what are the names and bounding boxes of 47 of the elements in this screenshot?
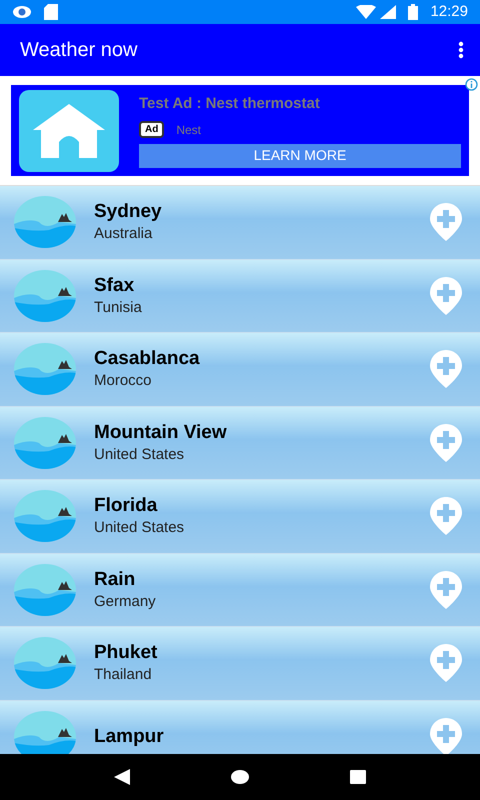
add-location-icon[interactable]	[430, 350, 462, 388]
city-name: Florida	[94, 494, 158, 518]
country-name: Tunisia	[94, 298, 143, 318]
status-time: 12:29	[430, 2, 468, 22]
notification-icon	[12, 5, 32, 19]
app-title: Weather now	[20, 38, 138, 63]
signal-icon	[380, 5, 396, 19]
city-name: Sydney	[94, 200, 163, 224]
city-name: Mountain View	[94, 420, 228, 445]
city-row[interactable]: Rain Germany	[0, 554, 480, 627]
city-row[interactable]: Phuket Thailand	[0, 627, 480, 700]
add-location-icon[interactable]	[430, 644, 462, 682]
city-name: Lampur	[94, 724, 165, 749]
city-row[interactable]: Sfax Tunisia	[0, 260, 480, 333]
city-row[interactable]: Sydney Australia	[0, 186, 480, 260]
country-name: Thailand	[94, 665, 153, 686]
city-row[interactable]: Florida United States	[0, 480, 480, 554]
wifi-icon	[356, 5, 376, 19]
battery-icon	[408, 4, 418, 20]
back-icon[interactable]	[114, 769, 130, 785]
ad-title: Test Ad : Nest thermostat	[139, 94, 321, 114]
city-name: Casablanca	[94, 347, 201, 372]
add-location-icon[interactable]	[430, 718, 462, 754]
sd-card-icon	[44, 4, 58, 20]
country-name: Australia	[94, 224, 154, 244]
advertiser-name: Nest	[176, 122, 202, 139]
add-location-icon[interactable]	[430, 424, 462, 462]
city-row[interactable]: Lampur	[0, 700, 480, 754]
country-name: United States	[94, 518, 186, 538]
recents-icon[interactable]	[350, 770, 366, 784]
add-location-icon[interactable]	[430, 203, 462, 242]
home-icon[interactable]	[230, 770, 249, 784]
add-location-icon[interactable]	[430, 497, 462, 536]
country-name: Germany	[94, 592, 157, 612]
more-options-icon[interactable]	[458, 41, 464, 59]
country-name: Morocco	[94, 371, 153, 392]
add-location-icon[interactable]	[430, 570, 462, 609]
info-icon[interactable]	[465, 78, 478, 91]
house-icon	[19, 90, 119, 172]
city-row[interactable]: Casablanca Morocco	[0, 333, 480, 406]
city-row[interactable]: Mountain View United States	[0, 406, 480, 480]
city-name: Rain	[94, 568, 136, 592]
ad-label: Ad	[139, 121, 164, 138]
add-location-icon[interactable]	[430, 276, 462, 315]
country-name: United States	[94, 444, 186, 465]
city-name: Phuket	[94, 641, 158, 666]
city-name: Sfax	[94, 274, 136, 298]
